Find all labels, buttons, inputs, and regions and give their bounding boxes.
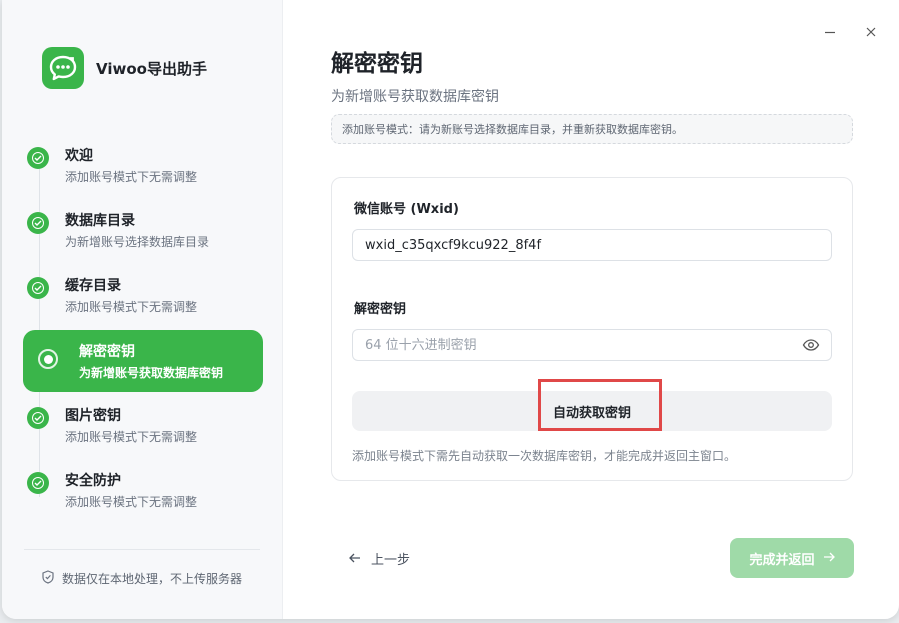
step-desc: 为新增账号选择数据库目录: [65, 235, 210, 249]
step-cache-dir[interactable]: 缓存目录 添加账号模式下无需调整: [23, 265, 263, 330]
decrypt-key-label: 解密密钥: [354, 302, 407, 317]
key-hint: 添加账号模式下需先自动获取一次数据库密钥，才能完成并返回主窗口。: [352, 449, 737, 463]
arrow-right-icon: [823, 550, 835, 566]
check-circle-icon: [27, 147, 49, 169]
previous-button[interactable]: 上一步: [349, 549, 410, 568]
step-desc: 添加账号模式下无需调整: [65, 300, 198, 314]
step-desc: 为新增账号获取数据库密钥: [79, 366, 224, 380]
step-desc: 添加账号模式下无需调整: [65, 495, 198, 509]
finish-return-button[interactable]: 完成并返回: [730, 538, 854, 578]
step-desc: 添加账号模式下无需调整: [65, 430, 198, 444]
step-title: 图片密钥: [65, 408, 121, 424]
check-circle-icon: [27, 407, 49, 429]
key-form-card: 微信账号 (Wxid) 解密密钥 自动获取密钥 添加账号模式下需先自动获取一次数…: [331, 177, 853, 481]
step-database-dir[interactable]: 数据库目录 为新增账号选择数据库目录: [23, 200, 263, 265]
current-step-icon: [37, 348, 59, 370]
setup-window: Viwoo导出助手 欢迎 添加账号模式下无需调整 数据库目录 为新增账号选择数据…: [2, 0, 899, 619]
step-title: 数据库目录: [65, 213, 135, 229]
mode-notice: 添加账号模式：请为新账号选择数据库目录，并重新获取数据库密钥。: [331, 114, 853, 144]
step-decrypt-key[interactable]: 解密密钥 为新增账号获取数据库密钥: [23, 330, 263, 392]
brand: Viwoo导出助手: [42, 47, 207, 89]
page-subtitle: 为新增账号获取数据库密钥: [331, 89, 499, 105]
app-name: Viwoo导出助手: [96, 59, 207, 78]
check-circle-icon: [27, 277, 49, 299]
minimize-icon: [825, 31, 835, 34]
step-security[interactable]: 安全防护 添加账号模式下无需调整: [23, 460, 263, 525]
privacy-note-text: 数据仅在本地处理，不上传服务器: [62, 572, 243, 586]
wxid-input[interactable]: [352, 229, 832, 261]
wxid-label: 微信账号 (Wxid): [354, 202, 459, 217]
step-list: 欢迎 添加账号模式下无需调整 数据库目录 为新增账号选择数据库目录 缓存目录 添…: [23, 135, 263, 525]
highlight-box: [538, 379, 662, 431]
step-title: 欢迎: [65, 148, 93, 164]
step-desc: 添加账号模式下无需调整: [65, 170, 198, 184]
previous-label: 上一步: [371, 553, 411, 568]
app-logo-icon: [42, 47, 84, 89]
step-title: 安全防护: [65, 473, 121, 489]
check-circle-icon: [27, 212, 49, 234]
close-button[interactable]: [861, 22, 881, 42]
decrypt-key-field: [352, 329, 832, 361]
page-title: 解密密钥: [331, 51, 423, 77]
arrow-left-icon: [349, 551, 361, 567]
shield-icon: [42, 570, 54, 587]
minimize-button[interactable]: [820, 22, 840, 42]
privacy-note: 数据仅在本地处理，不上传服务器: [42, 570, 242, 587]
finish-label: 完成并返回: [749, 552, 815, 568]
step-image-key[interactable]: 图片密钥 添加账号模式下无需调整: [23, 395, 263, 460]
step-title: 缓存目录: [65, 278, 121, 294]
step-title: 解密密钥: [79, 344, 135, 360]
close-icon: [866, 27, 876, 37]
check-circle-icon: [27, 472, 49, 494]
decrypt-key-input[interactable]: [352, 329, 832, 361]
step-welcome[interactable]: 欢迎 添加账号模式下无需调整: [23, 135, 263, 200]
sidebar-divider: [24, 549, 260, 550]
eye-icon[interactable]: [802, 337, 820, 353]
sidebar: Viwoo导出助手 欢迎 添加账号模式下无需调整 数据库目录 为新增账号选择数据…: [2, 0, 283, 619]
main-panel: 解密密钥 为新增账号获取数据库密钥 添加账号模式：请为新账号选择数据库目录，并重…: [283, 0, 899, 619]
